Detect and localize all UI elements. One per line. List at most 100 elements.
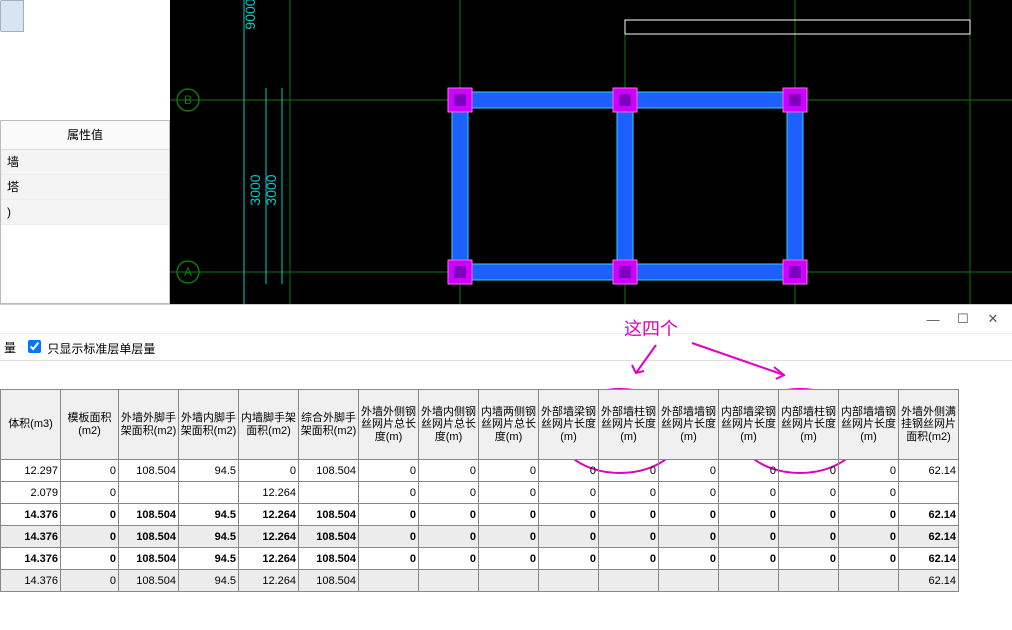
cell: 0: [61, 504, 119, 526]
prop-row[interactable]: ): [1, 200, 169, 225]
table-row[interactable]: 14.3760108.50494.512.264108.504000000000…: [1, 504, 959, 526]
col-header[interactable]: 外墙内侧钢丝网片总长度(m): [419, 390, 479, 460]
col-header[interactable]: 内墙两侧钢丝网片总长度(m): [479, 390, 539, 460]
cell: 0: [839, 504, 899, 526]
cell: 108.504: [119, 504, 179, 526]
cell: 0: [61, 570, 119, 592]
cell: 0: [359, 482, 419, 504]
cell: 62.14: [899, 526, 959, 548]
prop-row[interactable]: 塔: [1, 175, 169, 200]
cell: 0: [479, 482, 539, 504]
col-header[interactable]: 内部墙柱钢丝网片长度(m): [779, 390, 839, 460]
col-header[interactable]: 综合外脚手架面积(m2): [299, 390, 359, 460]
cell: 0: [719, 548, 779, 570]
cell: [179, 482, 239, 504]
cell: 108.504: [299, 504, 359, 526]
cell: [119, 482, 179, 504]
table-row[interactable]: 12.2970108.50494.50108.50400000000062.14: [1, 460, 959, 482]
cell: 0: [779, 548, 839, 570]
cell: 0: [359, 460, 419, 482]
cell: [359, 570, 419, 592]
results-table-wrap[interactable]: 体积(m3)模板面积(m2)外墙外脚手架面积(m2)外墙内脚手架面积(m2)内墙…: [0, 389, 1012, 597]
col-header[interactable]: 外部墙墙钢丝网片长度(m): [659, 390, 719, 460]
cell: 108.504: [299, 526, 359, 548]
cell: 0: [719, 526, 779, 548]
col-header[interactable]: 模板面积(m2): [61, 390, 119, 460]
cell: 108.504: [119, 570, 179, 592]
table-row[interactable]: 14.3760108.50494.512.264108.50462.14: [1, 570, 959, 592]
col-header[interactable]: 内墙脚手架面积(m2): [239, 390, 299, 460]
prop-row[interactable]: 墙: [1, 150, 169, 175]
cell: 94.5: [179, 526, 239, 548]
cell: 0: [539, 526, 599, 548]
cell: 94.5: [179, 570, 239, 592]
checkbox-only-standard-input[interactable]: [28, 340, 41, 353]
cell: 0: [61, 548, 119, 570]
table-row[interactable]: 14.3760108.50494.512.264108.504000000000…: [1, 548, 959, 570]
cell: 62.14: [899, 504, 959, 526]
cell: 0: [779, 526, 839, 548]
cell: 0: [659, 504, 719, 526]
cell: [779, 570, 839, 592]
cell: 108.504: [119, 548, 179, 570]
cell: 2.079: [1, 482, 61, 504]
col-header[interactable]: 外部墙柱钢丝网片长度(m): [599, 390, 659, 460]
col-header[interactable]: 外墙内脚手架面积(m2): [179, 390, 239, 460]
cad-viewport: B A 9000 3000 3000: [0, 0, 1012, 304]
col-header[interactable]: 外墙外侧钢丝网片总长度(m): [359, 390, 419, 460]
dim-3000-2: 3000: [263, 174, 279, 205]
cell: 0: [839, 526, 899, 548]
cell: 108.504: [299, 460, 359, 482]
close-icon[interactable]: ✕: [980, 310, 1006, 328]
cell: 0: [659, 526, 719, 548]
checkbox-only-standard[interactable]: 只显示标准层单层量: [24, 337, 155, 357]
cell: 0: [419, 504, 479, 526]
cell: 0: [419, 460, 479, 482]
cell: 108.504: [119, 526, 179, 548]
cell: [479, 570, 539, 592]
table-row[interactable]: 14.3760108.50494.512.264108.504000000000…: [1, 526, 959, 548]
col-header[interactable]: 外部墙梁钢丝网片长度(m): [539, 390, 599, 460]
cell: 0: [779, 504, 839, 526]
col-header[interactable]: 外墙外侧满挂钢丝网片面积(m2): [899, 390, 959, 460]
col-header[interactable]: 体积(m3): [1, 390, 61, 460]
results-panel: — ☐ ✕ 这四个 量 只显示标准层单层量 体积(m3)模板面积(m2)外墙外脚…: [0, 304, 1012, 630]
cell: [419, 570, 479, 592]
cell: 0: [419, 526, 479, 548]
cell: 0: [839, 460, 899, 482]
cell: 14.376: [1, 570, 61, 592]
cell: 94.5: [179, 460, 239, 482]
cell: 0: [839, 482, 899, 504]
col-header[interactable]: 内部墙梁钢丝网片长度(m): [719, 390, 779, 460]
minimize-icon[interactable]: —: [920, 310, 946, 328]
cell: 94.5: [179, 548, 239, 570]
cell: 0: [239, 460, 299, 482]
results-toolbar: 量 只显示标准层单层量: [0, 334, 1012, 361]
cell: [299, 482, 359, 504]
cell: 0: [61, 460, 119, 482]
cell: 0: [839, 548, 899, 570]
cell: 0: [599, 526, 659, 548]
cell: 0: [659, 482, 719, 504]
window-titlebar: — ☐ ✕: [0, 305, 1012, 334]
cell: [719, 570, 779, 592]
cad-drawing[interactable]: B A 9000 3000 3000: [170, 0, 1012, 304]
properties-panel: 属性值 墙 塔 ): [0, 120, 170, 304]
collapsed-panel[interactable]: [0, 0, 24, 32]
results-table: 体积(m3)模板面积(m2)外墙外脚手架面积(m2)外墙内脚手架面积(m2)内墙…: [0, 389, 959, 592]
cell: 0: [359, 526, 419, 548]
tab-quantity[interactable]: 量: [4, 339, 16, 356]
cell: 108.504: [299, 548, 359, 570]
cell: 0: [719, 460, 779, 482]
col-header[interactable]: 内部墙墙钢丝网片长度(m): [839, 390, 899, 460]
cell: [539, 570, 599, 592]
table-row[interactable]: 2.079012.264000000000: [1, 482, 959, 504]
col-header[interactable]: 外墙外脚手架面积(m2): [119, 390, 179, 460]
maximize-icon[interactable]: ☐: [950, 310, 976, 328]
cell: 0: [599, 460, 659, 482]
cell: 14.376: [1, 504, 61, 526]
properties-header: 属性值: [1, 121, 169, 150]
cell: 62.14: [899, 460, 959, 482]
cell: 12.264: [239, 548, 299, 570]
cell: 0: [719, 504, 779, 526]
